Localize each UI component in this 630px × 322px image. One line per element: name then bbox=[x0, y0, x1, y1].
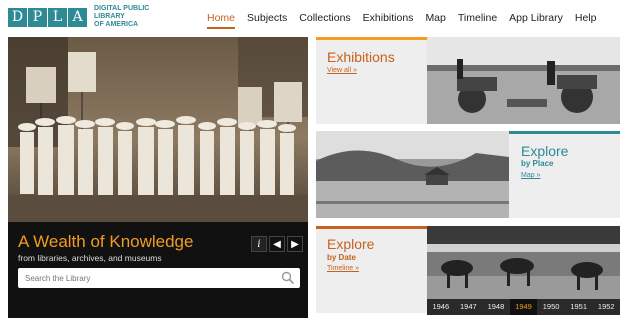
dpla-logo[interactable]: D P L A DIGITAL PUBLIC LIBRARY OF AMERIC… bbox=[8, 5, 172, 29]
nav-app-library[interactable]: App Library bbox=[509, 12, 563, 29]
year-item[interactable]: 1946 bbox=[427, 299, 455, 315]
accent-bar bbox=[316, 37, 427, 40]
nav-collections[interactable]: Collections bbox=[299, 12, 350, 29]
search-input[interactable] bbox=[18, 268, 258, 289]
logo-letter: L bbox=[48, 7, 67, 27]
exhibitions-title: Exhibitions bbox=[327, 49, 395, 65]
explore-place-title: Explore bbox=[521, 143, 569, 159]
prev-slide-button[interactable]: ◀ bbox=[269, 236, 285, 252]
explore-date-title: Explore bbox=[327, 236, 375, 252]
logo-letter: P bbox=[28, 7, 47, 27]
tractor-photo[interactable] bbox=[427, 37, 620, 124]
logo-line-2: OF AMERICA bbox=[94, 21, 139, 28]
logo-line-1: DIGITAL PUBLIC LIBRARY bbox=[94, 5, 150, 20]
map-link[interactable]: Map » bbox=[521, 172, 540, 179]
year-timeline: 1946 1947 1948 1949 1950 1951 1952 bbox=[427, 299, 620, 315]
logo-letters: D P L A bbox=[8, 7, 88, 27]
year-item[interactable]: 1950 bbox=[537, 299, 565, 315]
logo-wordmark: DIGITAL PUBLIC LIBRARY OF AMERICA bbox=[94, 5, 172, 29]
view-all-link[interactable]: View all » bbox=[327, 67, 357, 74]
nav-timeline[interactable]: Timeline bbox=[458, 12, 497, 29]
nav-help[interactable]: Help bbox=[575, 12, 597, 29]
year-item[interactable]: 1952 bbox=[592, 299, 620, 315]
slideshow-controls: i ◀ ▶ bbox=[251, 236, 303, 252]
hero-subtitle: from libraries, archives, and museums bbox=[18, 253, 162, 263]
accent-bar bbox=[316, 226, 427, 229]
horse-race-photo[interactable] bbox=[427, 226, 620, 299]
year-item[interactable]: 1948 bbox=[482, 299, 510, 315]
info-button[interactable]: i bbox=[251, 236, 267, 252]
nav-home[interactable]: Home bbox=[207, 12, 236, 29]
nav-subjects[interactable]: Subjects bbox=[247, 12, 287, 29]
exhibitions-panel[interactable]: Exhibitions View all » bbox=[316, 37, 620, 124]
explore-place-subtitle: by Place bbox=[521, 159, 554, 168]
timeline-link[interactable]: Timeline » bbox=[327, 265, 359, 272]
logo-letter: A bbox=[68, 7, 87, 27]
main-nav: Home Subjects Collections Exhibitions Ma… bbox=[207, 12, 608, 29]
nav-exhibitions[interactable]: Exhibitions bbox=[363, 12, 414, 29]
logo-letter: D bbox=[8, 7, 27, 27]
next-slide-button[interactable]: ▶ bbox=[287, 236, 303, 252]
nav-map[interactable]: Map bbox=[425, 12, 445, 29]
search-box bbox=[18, 268, 300, 289]
accent-bar bbox=[509, 131, 620, 134]
landscape-photo[interactable] bbox=[316, 131, 509, 218]
year-item[interactable]: 1951 bbox=[565, 299, 593, 315]
year-item[interactable]: 1947 bbox=[455, 299, 483, 315]
hero-banner: i ◀ ▶ A Wealth of Knowledge from librari… bbox=[8, 37, 308, 318]
explore-date-subtitle: by Date bbox=[327, 253, 356, 262]
hero-title: A Wealth of Knowledge bbox=[18, 232, 194, 251]
explore-place-panel[interactable]: Explore by Place Map » bbox=[316, 131, 620, 218]
suffragists-photo[interactable] bbox=[8, 37, 308, 222]
year-item-selected[interactable]: 1949 bbox=[509, 299, 538, 315]
search-icon[interactable] bbox=[281, 271, 295, 285]
